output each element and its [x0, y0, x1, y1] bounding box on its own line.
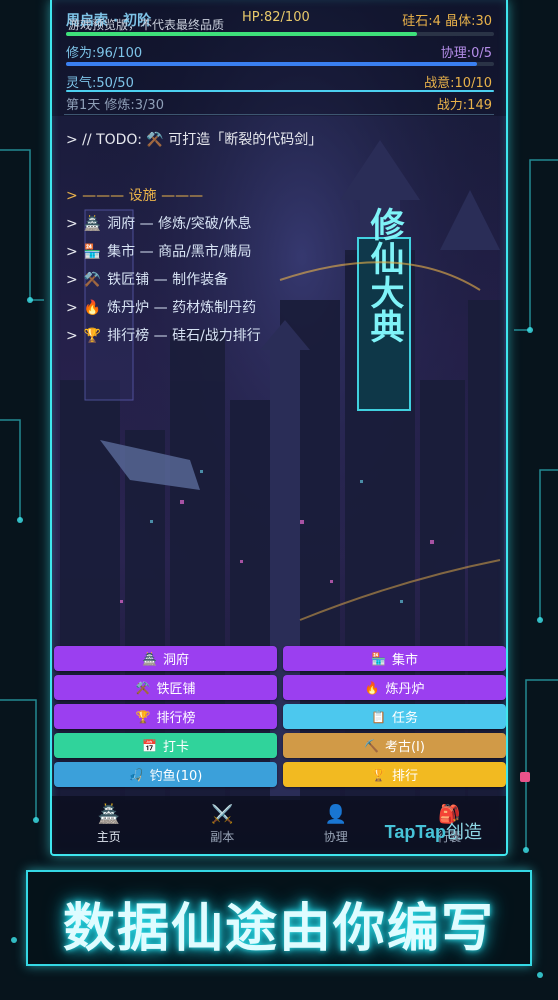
hp-bar-fill — [66, 32, 417, 36]
spirit-text: 灵气:50/50 — [66, 76, 134, 91]
prompt-glyph: > — [66, 216, 78, 232]
tab-icon: 👤 — [324, 803, 347, 825]
console-spacer — [66, 154, 322, 182]
spirit-bar — [66, 90, 494, 92]
button-icon: 📋 — [371, 709, 386, 724]
action-button-grid: 🏯 洞府 🏪 集市 ⚒️ 铁匠铺 🔥 炼丹炉 🏆 排行榜 📋 任务 📅 打卡 ⛏️ 考古(I) 🎣 钓鱼(10) 🏆… — [54, 646, 506, 787]
button-icon: 🏆 — [135, 709, 151, 724]
facility-cave: > 🏯 洞府 — 修炼/突破/休息 — [66, 210, 322, 238]
facility-text: 排行榜 — 硅石/战力排行 — [107, 328, 261, 344]
preview-notice: 游戏预览版，不代表最终品质 — [68, 18, 225, 32]
promo-banner: 数据仙途由你编写 — [26, 870, 532, 966]
facility-alchemy: > 🔥 炼丹炉 — 药材炼制丹药 — [66, 294, 322, 322]
facility-smithy: > ⚒️ 铁匠铺 — 制作装备 — [66, 266, 322, 294]
button-icon: 🏆 — [371, 767, 386, 782]
archaeology-button[interactable]: ⛏️ 考古(I) — [283, 733, 506, 758]
taptap-suffix: 创造 — [446, 822, 482, 842]
button-label: 打卡 — [162, 740, 189, 755]
tab-dungeon[interactable]: ⚔️ 副本 — [166, 796, 280, 854]
leaderboard-button[interactable]: 🏆 排行 — [283, 762, 506, 787]
facility-text: 集市 — 商品/黑市/赌局 — [107, 244, 252, 260]
todo-line: > // TODO: ⚒️ 可打造「断裂的代码剑」 — [66, 132, 323, 148]
button-icon: 📅 — [142, 738, 157, 753]
facility-text: 洞府 — 修炼/突破/休息 — [107, 216, 252, 232]
button-label: 排行榜 — [156, 711, 196, 726]
alchemy-button[interactable]: 🔥 炼丹炉 — [283, 675, 506, 700]
button-label: 考古(I) — [384, 740, 425, 755]
smithy-button[interactable]: ⚒️ 铁匠铺 — [54, 675, 277, 700]
day-progress-text: 第1天 修炼:3/30 — [66, 98, 164, 113]
button-icon: ⚒️ — [135, 680, 151, 695]
task-button[interactable]: 📋 任务 — [283, 704, 506, 729]
fishing-button[interactable]: 🎣 钓鱼(10) — [54, 762, 277, 787]
button-label: 铁匠铺 — [156, 682, 196, 697]
facility-icon: ⚒️ — [83, 272, 102, 288]
currency-text: 硅石:4 晶体:30 — [402, 14, 492, 29]
button-label: 炼丹炉 — [385, 682, 425, 697]
prompt-glyph: > — [66, 272, 78, 288]
button-icon: ⛏️ — [364, 738, 379, 753]
taptap-brand: TapTap — [384, 822, 446, 842]
game-screen-frame: 周启索 · 初阶 游戏预览版，不代表最终品质 HP:82/100 硅石:4 晶体… — [50, 0, 508, 856]
facility-text: 铁匠铺 — 制作装备 — [107, 272, 229, 288]
console-log: > // TODO: ⚒️ 可打造「断裂的代码剑」 > ——— 设施 ——— >… — [66, 126, 322, 350]
facility-icon: 🏆 — [83, 328, 102, 344]
combat-power-text: 战力:149 — [436, 98, 492, 113]
facility-market: > 🏪 集市 — 商品/黑市/赌局 — [66, 238, 322, 266]
tab-home[interactable]: 🏯 主页 — [52, 796, 166, 854]
button-label: 排行 — [391, 769, 418, 784]
prompt-glyph: > — [66, 300, 78, 316]
taptap-watermark: TapTap创造 — [385, 818, 482, 844]
facilities-header: > ——— 设施 ——— — [66, 188, 204, 204]
button-icon: 🏯 — [142, 651, 157, 666]
button-label: 洞府 — [162, 653, 189, 668]
facility-text: 炼丹炉 — 药材炼制丹药 — [107, 300, 257, 316]
tab-icon: 🏯 — [97, 803, 120, 825]
promo-banner-text: 数据仙途由你编写 — [62, 899, 495, 959]
button-label: 钓鱼(10) — [149, 769, 203, 784]
facility-icon: 🏪 — [83, 244, 102, 260]
tab-icon: ⚔️ — [211, 803, 234, 825]
hp-bar — [66, 32, 494, 36]
spirit-bar-fill — [66, 90, 494, 92]
facility-icon: 🏯 — [83, 216, 102, 232]
button-icon: 🏪 — [371, 651, 386, 666]
facility-ranking: > 🏆 排行榜 — 硅石/战力排行 — [66, 322, 322, 350]
tab-label: 副本 — [210, 829, 235, 844]
cultivation-text: 修为:96/100 — [66, 46, 143, 61]
hud-divider — [64, 114, 494, 115]
button-icon: 🎣 — [128, 767, 144, 782]
tab-label: 主页 — [96, 829, 121, 844]
checkin-button[interactable]: 📅 打卡 — [54, 733, 277, 758]
facility-icon: 🔥 — [83, 300, 102, 316]
tab-assistant[interactable]: 👤 协理 — [279, 796, 393, 854]
status-hud: 周启索 · 初阶 游戏预览版，不代表最终品质 HP:82/100 硅石:4 晶体… — [52, 0, 506, 116]
war-intent-text: 战意:10/10 — [424, 76, 492, 91]
button-icon: 🔥 — [364, 680, 380, 695]
prompt-glyph: > — [66, 244, 78, 260]
prompt-glyph: > — [66, 328, 78, 344]
cave-button[interactable]: 🏯 洞府 — [54, 646, 277, 671]
protocol-text: 协理:0/5 — [440, 46, 492, 61]
button-label: 集市 — [391, 653, 418, 668]
button-label: 任务 — [391, 711, 418, 726]
tab-label: 协理 — [323, 829, 348, 844]
market-button[interactable]: 🏪 集市 — [283, 646, 506, 671]
ranking-button[interactable]: 🏆 排行榜 — [54, 704, 277, 729]
hp-text: HP:82/100 — [242, 10, 310, 25]
cultivation-bar-fill — [66, 62, 477, 66]
facility-list: > 🏯 洞府 — 修炼/突破/休息 > 🏪 集市 — 商品/黑市/赌局 > ⚒️ 铁匠铺 — 制… — [66, 210, 322, 350]
cultivation-bar — [66, 62, 494, 66]
